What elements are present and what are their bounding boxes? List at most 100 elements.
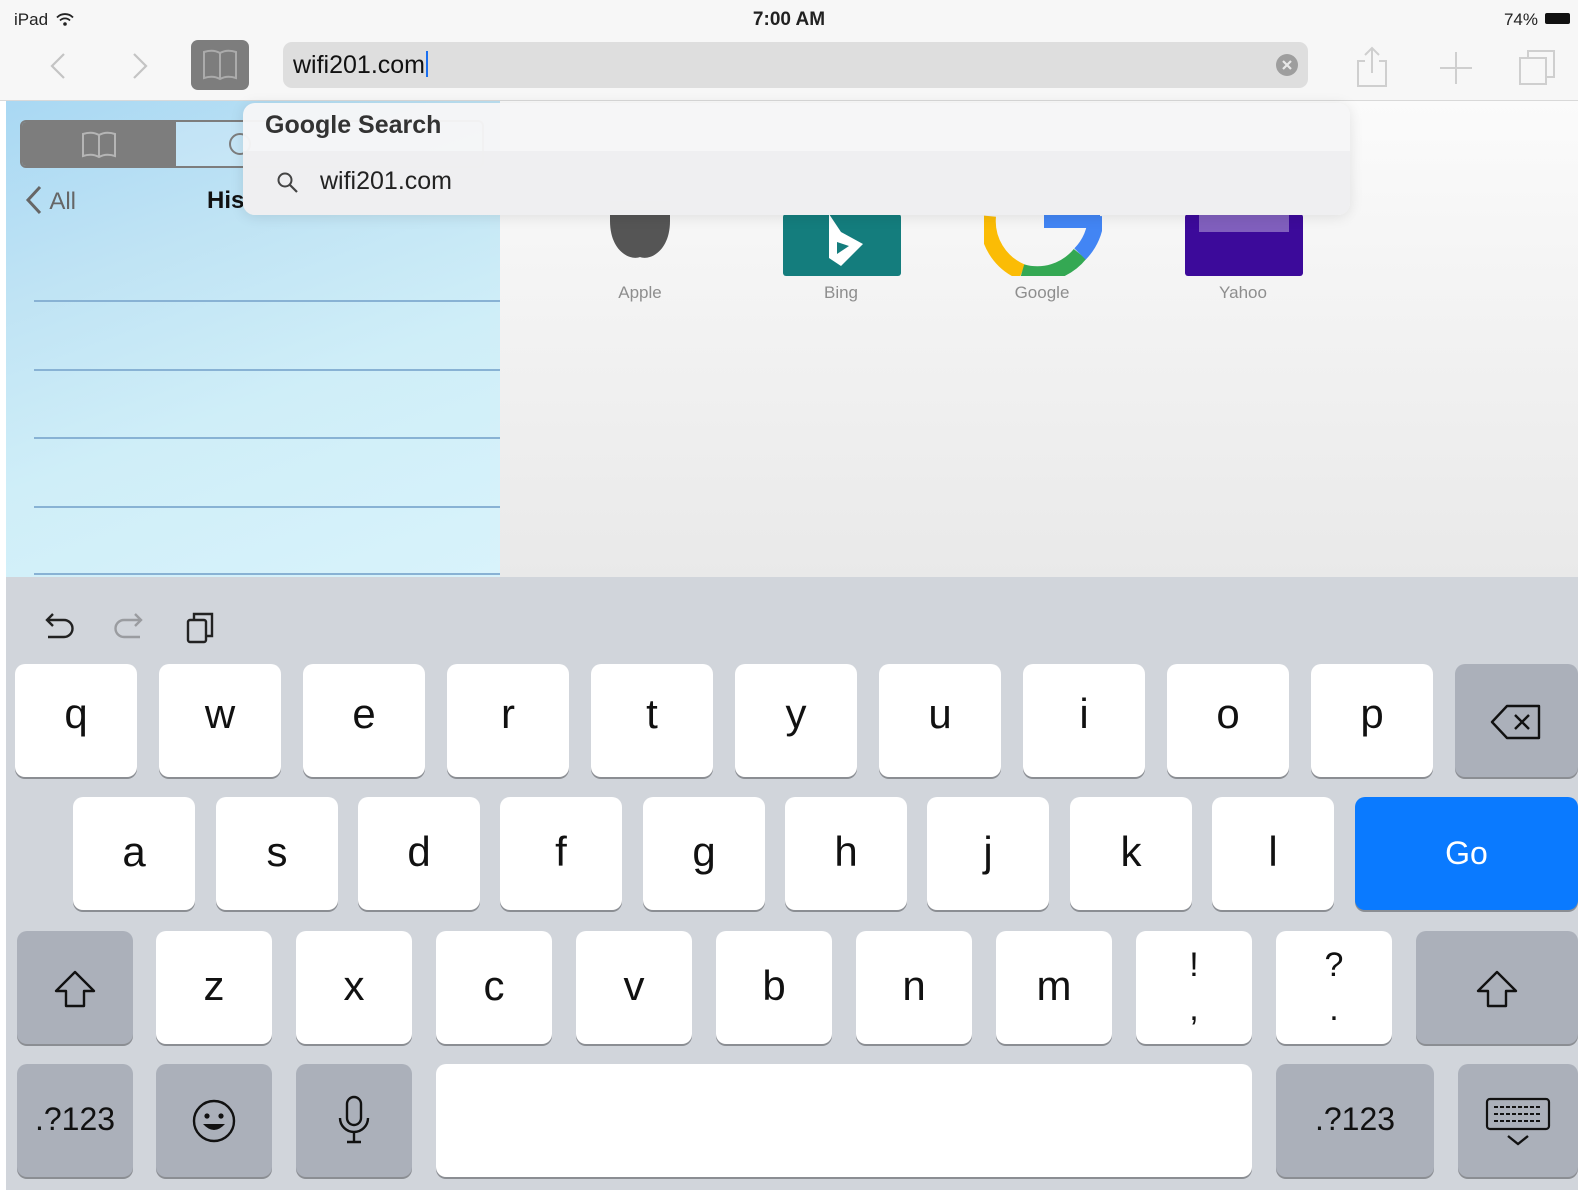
history-row[interactable] [34, 506, 500, 508]
key-j[interactable]: j [927, 797, 1049, 910]
delete-icon [1490, 704, 1540, 740]
back-label: All [49, 188, 77, 215]
browser-toolbar: wifi201.com [0, 36, 1578, 101]
hide-keyboard-key[interactable] [1458, 1064, 1578, 1177]
key-label: u [928, 690, 952, 737]
key-m[interactable]: m [996, 931, 1112, 1044]
status-bar: iPad 7:00 AM 74% [0, 0, 1578, 36]
key-h[interactable]: h [785, 797, 907, 910]
tabs-icon[interactable] [1516, 46, 1560, 90]
key-label: h [834, 828, 858, 875]
address-bar[interactable]: wifi201.com [283, 42, 1308, 88]
go-button[interactable]: Go [1355, 797, 1578, 910]
key-c[interactable]: c [436, 931, 552, 1044]
back-to-all-link[interactable]: All [24, 185, 76, 216]
key-l[interactable]: l [1212, 797, 1334, 910]
key-z[interactable]: z [156, 931, 272, 1044]
key-label: i [1079, 690, 1089, 737]
history-row[interactable] [34, 573, 500, 575]
bookmarks-icon [203, 49, 237, 81]
undo-icon[interactable] [38, 608, 78, 648]
history-row[interactable] [34, 369, 500, 371]
key-r[interactable]: r [447, 664, 569, 777]
go-label: Go [1445, 835, 1488, 871]
tab-bookmarks[interactable] [22, 122, 176, 166]
search-suggestions-popover: Google Search wifi201.com [243, 103, 1350, 215]
key-label: q [64, 690, 88, 737]
key-label: w [204, 690, 236, 737]
favorite-label: Apple [618, 283, 662, 302]
key-e[interactable]: e [303, 664, 425, 777]
key-label-bottom: , [1189, 990, 1199, 1028]
suggestion-text: wifi201.com [320, 167, 452, 195]
key-f[interactable]: f [500, 797, 622, 910]
history-row[interactable] [34, 437, 500, 439]
dictation-key[interactable] [296, 1064, 412, 1177]
key-q[interactable]: q [15, 664, 137, 777]
suggestion-item[interactable]: wifi201.com [243, 151, 1350, 215]
key-label: o [1216, 690, 1240, 737]
bookmarks-button[interactable] [191, 40, 249, 90]
search-icon [277, 172, 298, 193]
key-label: p [1360, 690, 1384, 737]
key-v[interactable]: v [576, 931, 692, 1044]
new-tab-icon[interactable] [1436, 48, 1476, 88]
key-label-top: ? [1324, 946, 1344, 984]
back-icon[interactable] [42, 48, 78, 84]
key-y[interactable]: y [735, 664, 857, 777]
key-label: x [343, 962, 365, 1009]
space-bar[interactable] [436, 1064, 1252, 1177]
key-d[interactable]: d [358, 797, 480, 910]
forward-icon[interactable] [122, 48, 158, 84]
history-row[interactable] [34, 300, 500, 302]
text-caret [426, 51, 428, 77]
key-o[interactable]: o [1167, 664, 1289, 777]
key-label-top: ! [1189, 946, 1199, 984]
key-label: c [483, 962, 505, 1009]
key-p[interactable]: p [1311, 664, 1433, 777]
key-s[interactable]: s [216, 797, 338, 910]
key-label: d [407, 828, 431, 875]
emoji-key[interactable] [156, 1064, 272, 1177]
key-label: r [501, 690, 515, 737]
key-label: z [203, 962, 225, 1009]
favorite-label: Google [1014, 283, 1070, 302]
key-i[interactable]: i [1023, 664, 1145, 777]
key-w[interactable]: w [159, 664, 281, 777]
shift-icon [54, 970, 96, 1008]
suggestions-header: Google Search [265, 111, 442, 139]
paste-icon[interactable] [182, 608, 222, 648]
key-a[interactable]: a [73, 797, 195, 910]
key-b[interactable]: b [716, 931, 832, 1044]
shift-key-left[interactable] [17, 931, 133, 1044]
key-label: n [902, 962, 926, 1009]
key-label: y [785, 690, 807, 737]
key-x[interactable]: x [296, 931, 412, 1044]
key-label: m [1036, 962, 1072, 1009]
key-question-period[interactable]: ? . [1276, 931, 1392, 1044]
delete-key[interactable] [1455, 664, 1578, 777]
key-n[interactable]: n [856, 931, 972, 1044]
on-screen-keyboard: q w e r t y u i o p a s d f g h j k l Go… [6, 577, 1578, 1190]
shift-key-right[interactable] [1416, 931, 1578, 1044]
battery-percent: 74% [1503, 10, 1538, 29]
key-label: v [623, 962, 645, 1009]
yahoo-logo-icon [1185, 214, 1303, 276]
redo-icon[interactable] [110, 608, 150, 648]
clear-icon[interactable] [1276, 54, 1298, 76]
key-t[interactable]: t [591, 664, 713, 777]
key-label: s [266, 828, 288, 875]
emoji-icon [192, 1099, 236, 1143]
key-exclamation-comma[interactable]: ! , [1136, 931, 1252, 1044]
key-u[interactable]: u [879, 664, 1001, 777]
key-g[interactable]: g [643, 797, 765, 910]
bing-logo-icon [783, 214, 901, 276]
key-label: b [762, 962, 786, 1009]
google-logo-icon [984, 214, 1102, 276]
numbers-key-right[interactable]: .?123 [1276, 1064, 1434, 1177]
key-k[interactable]: k [1070, 797, 1192, 910]
key-label: .?123 [1314, 1101, 1396, 1137]
url-field[interactable]: wifi201.com [293, 51, 428, 80]
share-icon[interactable] [1352, 44, 1392, 90]
numbers-key-left[interactable]: .?123 [17, 1064, 133, 1177]
